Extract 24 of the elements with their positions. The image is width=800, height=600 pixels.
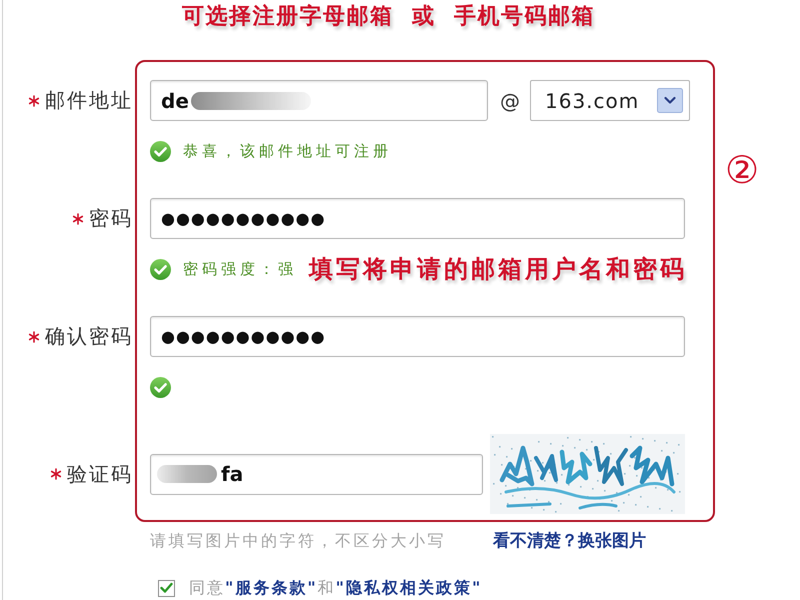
captcha-hint-text: 请填写图片中的字符，不区分大小写: [150, 530, 446, 552]
field-label: 验证码: [67, 460, 133, 488]
password-field[interactable]: ●●●●●●●●●●●: [150, 316, 685, 357]
blur-smudge-icon: [190, 92, 311, 110]
blur-smudge-icon: [157, 465, 217, 483]
agreement-text: 同意"服务条款"和"隐私权相关政策": [189, 578, 482, 598]
password-field[interactable]: ●●●●●●●●●●●: [150, 198, 685, 239]
at-symbol: @: [500, 88, 520, 112]
refresh-captcha-link[interactable]: 看不清楚？换张图片: [493, 530, 646, 552]
step-number: ②: [725, 148, 760, 192]
domain-select[interactable]: 163.com: [530, 80, 690, 121]
banner-title: 可选择注册字母邮箱 或 手机号码邮箱: [182, 3, 595, 31]
validation-message: 恭喜，该邮件地址可注册: [183, 142, 392, 160]
captcha-field[interactable]: fa: [150, 454, 483, 494]
field-label: 密码: [89, 205, 133, 232]
email-field[interactable]: de: [150, 80, 488, 121]
annotation-text: 填写将申请的邮箱用户名和密码: [309, 255, 687, 283]
field-label: 确认密码: [45, 323, 133, 350]
agree-checkbox[interactable]: [158, 580, 175, 596]
chevron-down-icon: [657, 88, 683, 113]
validation-message: 密码强度：强: [183, 260, 297, 278]
field-label: 邮件地址: [45, 87, 133, 114]
terms-link[interactable]: "隐私权相关政策": [336, 578, 482, 597]
terms-link[interactable]: "服务条款": [225, 578, 318, 597]
